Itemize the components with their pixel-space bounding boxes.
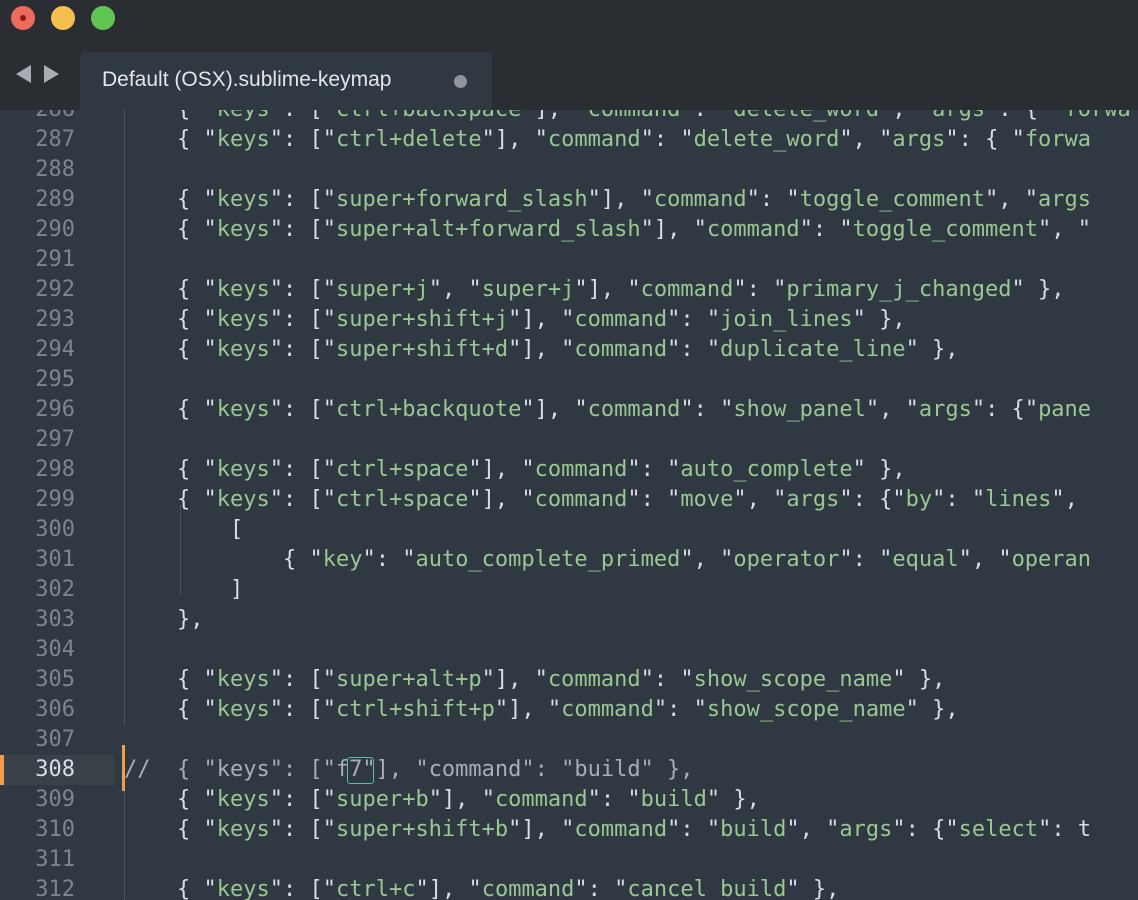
code-text: { "keys": ["ctrl+shift+p"], "command": "… (176, 697, 959, 722)
tab-bar: Default (OSX).sublime-keymap (0, 48, 1138, 110)
code-text: { "keys": ["ctrl+delete"], "command": "d… (176, 127, 1092, 152)
nav-forward-icon[interactable] (44, 65, 59, 83)
code-text: { "keys": ["super+shift+d"], "command": … (176, 337, 959, 362)
code-text: { "keys": ["ctrl+space"], "command": "mo… (176, 487, 1078, 512)
tab-default-osx-keymap[interactable]: Default (OSX).sublime-keymap (80, 52, 492, 110)
line-number: 312 (35, 877, 75, 900)
line-number: 295 (35, 367, 75, 392)
line-number: 290 (35, 217, 75, 242)
code-text: [ (229, 517, 244, 542)
line-number: 305 (35, 667, 75, 692)
line-number: 286 (0, 110, 75, 125)
line-number: 301 (35, 547, 75, 572)
close-window-button[interactable] (11, 6, 35, 30)
bracket-match-highlight (347, 757, 374, 784)
line-number: 311 (35, 847, 75, 872)
line-number: 303 (35, 607, 75, 632)
line-number: 308 (35, 757, 75, 782)
code-text: { "key": "auto_complete_primed", "operat… (282, 547, 1092, 572)
nav-back-icon[interactable] (16, 65, 31, 83)
line-number: 297 (35, 427, 75, 452)
title-bar (0, 0, 1138, 48)
line-number: 307 (35, 727, 75, 752)
code-text: { "keys": ["super+forward_slash"], "comm… (176, 187, 1092, 212)
line-number: 302 (35, 577, 75, 602)
code-text: { "keys": ["ctrl+backquote"], "command":… (176, 397, 1092, 422)
code-text: { "keys": ["super+shift+j"], "command": … (176, 307, 906, 332)
line-number: 306 (35, 697, 75, 722)
code-text: { "keys": ["ctrl+backspace"], "command":… (124, 110, 1131, 125)
line-number: 298 (35, 457, 75, 482)
line-number: 294 (35, 337, 75, 362)
line-number: 296 (35, 397, 75, 422)
code-text: { "keys": ["ctrl+space"], "command": "au… (176, 457, 906, 482)
code-text: }, (176, 607, 204, 632)
code-text: { "keys": ["super+j", "super+j"], "comma… (176, 277, 1065, 302)
maximize-window-button[interactable] (91, 6, 115, 30)
line-number: 288 (35, 157, 75, 182)
line-number: 309 (35, 787, 75, 812)
code-text: { "keys": ["super+shift+b"], "command": … (176, 817, 1092, 842)
line-number: 291 (35, 247, 75, 272)
line-number: 292 (35, 277, 75, 302)
code-text: { "keys": ["super+alt+p"], "command": "s… (176, 667, 946, 692)
line-number: 304 (35, 637, 75, 662)
tab-title: Default (OSX).sublime-keymap (102, 68, 392, 91)
minimize-window-button[interactable] (51, 6, 75, 30)
line-number: 299 (35, 487, 75, 512)
code-text: { "keys": ["ctrl+c"], "command": "cancel… (176, 877, 840, 900)
line-number: 287 (35, 127, 75, 152)
code-text: { "keys": ["super+alt+forward_slash"], "… (176, 217, 1092, 242)
unsaved-indicator-icon[interactable] (454, 75, 467, 88)
line-number: 300 (35, 517, 75, 542)
code-text: { "keys": ["super+b"], "command": "build… (176, 787, 760, 812)
line-number: 293 (35, 307, 75, 332)
line-number: 310 (35, 817, 75, 842)
code-editor[interactable]: 286 { "keys": ["ctrl+backspace"], "comma… (0, 110, 1138, 900)
line-number: 289 (35, 187, 75, 212)
code-text: // { "keys": ["f7"], "command": "build" … (124, 757, 694, 782)
code-text: ] (229, 577, 244, 602)
